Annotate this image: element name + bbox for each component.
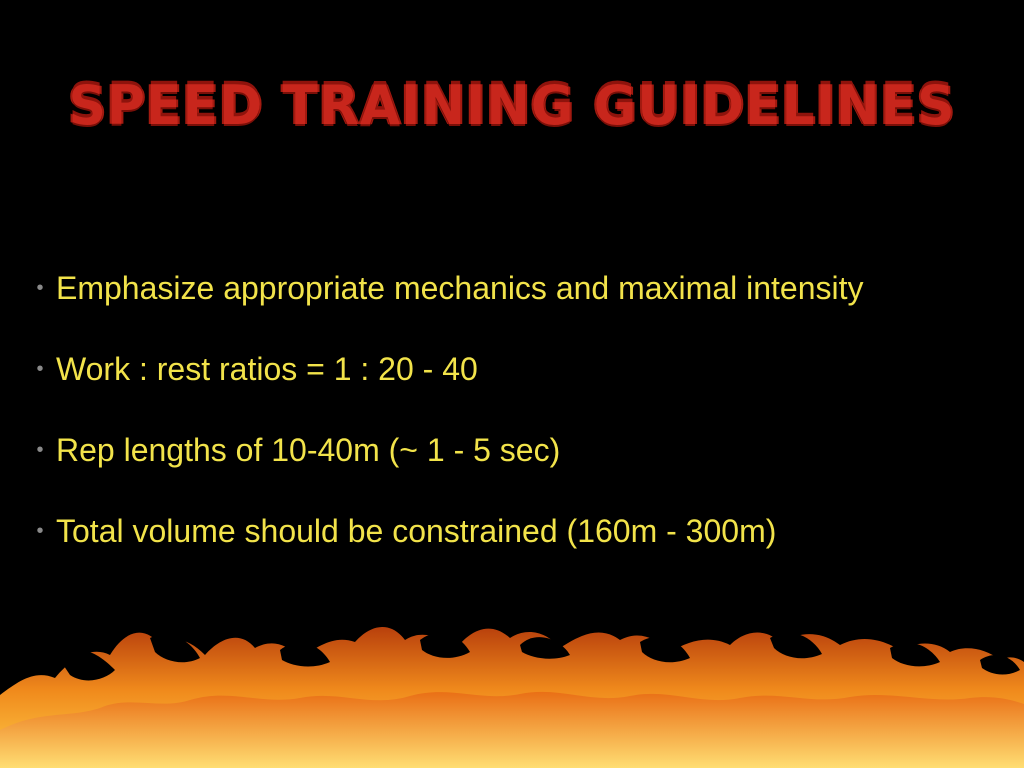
bullet-dot: • bbox=[36, 439, 44, 461]
bullet-text: Emphasize appropriate mechanics and maxi… bbox=[56, 270, 864, 306]
slide: SPEED TRAINING GUIDELINES • Emphasize ap… bbox=[0, 0, 1024, 768]
bullet-dot: • bbox=[36, 358, 44, 380]
bullet-item-3: • Rep lengths of 10-40m (~ 1 - 5 sec) bbox=[32, 424, 992, 505]
bullet-text: Rep lengths of 10-40m (~ 1 - 5 sec) bbox=[56, 432, 561, 468]
bullet-dot: • bbox=[36, 277, 44, 299]
bullet-item-1: • Emphasize appropriate mechanics and ma… bbox=[32, 262, 992, 343]
bullet-text: Work : rest ratios = 1 : 20 - 40 bbox=[56, 351, 478, 387]
slide-title: SPEED TRAINING GUIDELINES bbox=[68, 74, 956, 138]
fire-flames-icon bbox=[0, 627, 1024, 768]
bullet-text: Total volume should be constrained (160m… bbox=[56, 513, 777, 549]
bullet-dot: • bbox=[36, 520, 44, 542]
bullet-item-4: • Total volume should be constrained (16… bbox=[32, 505, 992, 586]
bullet-list: • Emphasize appropriate mechanics and ma… bbox=[32, 262, 992, 586]
bullet-item-2: • Work : rest ratios = 1 : 20 - 40 bbox=[32, 343, 992, 424]
